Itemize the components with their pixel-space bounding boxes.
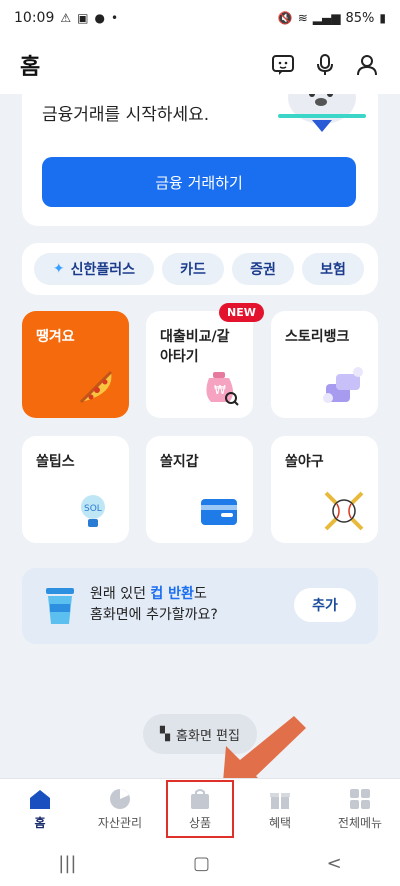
tab-benefits[interactable]: 혜택	[240, 779, 320, 840]
blog-icon: ▣	[77, 11, 89, 25]
lightbulb-icon: SOL	[81, 495, 105, 527]
tile-sol-tips[interactable]: 쏠팁스 SOL	[22, 436, 129, 543]
cup-icon	[46, 588, 74, 624]
status-bar: 10:09 ⚠ ▣ ● • 🔇 ≋ ▂▄▆ 85% ▮	[0, 0, 400, 36]
tile-label-line2: 아타기	[160, 349, 199, 365]
pizza-icon	[79, 370, 113, 404]
promo-text-a: 원래 있던	[90, 586, 151, 602]
chip-insurance[interactable]: 보험	[302, 253, 364, 285]
tile-label-line1: 대출비교/갈	[160, 329, 230, 345]
signal-icon: ▂▄▆	[312, 11, 341, 25]
chatbot-icon[interactable]	[270, 52, 296, 78]
tab-asset-management[interactable]: 자산관리	[80, 779, 160, 840]
back-icon[interactable]: <	[327, 853, 342, 874]
pie-chart-icon	[110, 789, 130, 809]
tile-label: 스토리뱅크	[285, 329, 350, 345]
tile-ddanggyeoyo[interactable]: 땡겨요	[22, 311, 129, 418]
tab-label: 홈	[34, 816, 46, 830]
grid-edit-icon: ▚	[160, 726, 171, 742]
warning-icon: ⚠	[60, 11, 72, 25]
tile-sol-wallet[interactable]: 쏠지갑	[146, 436, 253, 543]
battery-level: 85%	[345, 10, 375, 26]
chip-label: 신한플러스	[70, 262, 136, 278]
chat-bubbles-icon	[323, 367, 363, 403]
tile-label: 쏠지갑	[160, 454, 199, 470]
tile-label: 쏠야구	[285, 454, 324, 470]
tab-label: 자산관리	[97, 816, 143, 830]
grid-menu-icon	[350, 789, 370, 809]
tile-label: 쏠팁스	[36, 454, 75, 470]
dot-icon: •	[110, 11, 119, 25]
tab-label: 혜택	[268, 816, 292, 830]
tile-story-bank[interactable]: 스토리뱅크	[271, 311, 378, 418]
page-title: 홈	[20, 55, 41, 80]
new-badge: NEW	[219, 303, 264, 322]
mute-icon: 🔇	[277, 11, 293, 25]
promo-highlight: 컵 반환	[150, 586, 194, 602]
gift-icon	[270, 793, 290, 809]
chip-shinhan-plus[interactable]: ✦ 신한플러스	[34, 253, 154, 285]
chip-securities[interactable]: 증권	[232, 253, 294, 285]
status-time: 10:09	[14, 10, 55, 26]
home-button-icon[interactable]: ▢	[193, 853, 210, 874]
money-bag-icon: ₩	[206, 372, 239, 406]
start-banking-button[interactable]: 금융 거래하기	[42, 157, 356, 207]
tile-label: 대출비교/갈 아타기	[160, 327, 230, 367]
tab-home[interactable]: 홈	[0, 779, 80, 840]
home-icon	[30, 790, 50, 809]
promo-text-b: 도	[193, 586, 207, 602]
sparkle-icon: ✦	[52, 261, 65, 277]
tile-label: 땡겨요	[36, 329, 75, 345]
svg-text:₩: ₩	[214, 383, 226, 397]
wallet-icon	[201, 499, 237, 525]
hero-card: 금융거래를 시작하세요. 금융 거래하기	[22, 80, 378, 226]
category-bar: ✦ 신한플러스 카드 증권 보험	[22, 243, 378, 295]
tab-label: 전체메뉴	[337, 816, 383, 830]
battery-icon: ▮	[379, 11, 386, 25]
app-header: 홈	[0, 36, 400, 94]
tile-loan-compare[interactable]: 대출비교/갈 아타기 ₩	[146, 311, 253, 418]
tile-sol-baseball[interactable]: 쏠야구	[271, 436, 378, 543]
baseball-icon	[324, 491, 364, 531]
promo-text: 원래 있던 컵 반환도 홈화면에 추가할까요?	[90, 584, 218, 626]
promo-text-line2: 홈화면에 추가할까요?	[90, 607, 218, 623]
svg-text:SOL: SOL	[84, 504, 102, 514]
system-nav-bar: ||| ▢ <	[0, 840, 400, 886]
microphone-icon[interactable]	[312, 52, 338, 78]
tab-all-menu[interactable]: 전체메뉴	[320, 779, 400, 840]
profile-icon[interactable]	[354, 52, 380, 78]
products-tab-highlight	[166, 780, 234, 838]
chat-icon: ●	[94, 11, 105, 25]
add-button[interactable]: 추가	[294, 588, 356, 622]
cup-return-promo: 원래 있던 컵 반환도 홈화면에 추가할까요? 추가	[22, 568, 378, 644]
wifi-icon: ≋	[297, 11, 308, 25]
chip-card[interactable]: 카드	[162, 253, 224, 285]
recent-apps-icon[interactable]: |||	[58, 853, 76, 874]
hero-text: 금융거래를 시작하세요.	[42, 105, 210, 125]
